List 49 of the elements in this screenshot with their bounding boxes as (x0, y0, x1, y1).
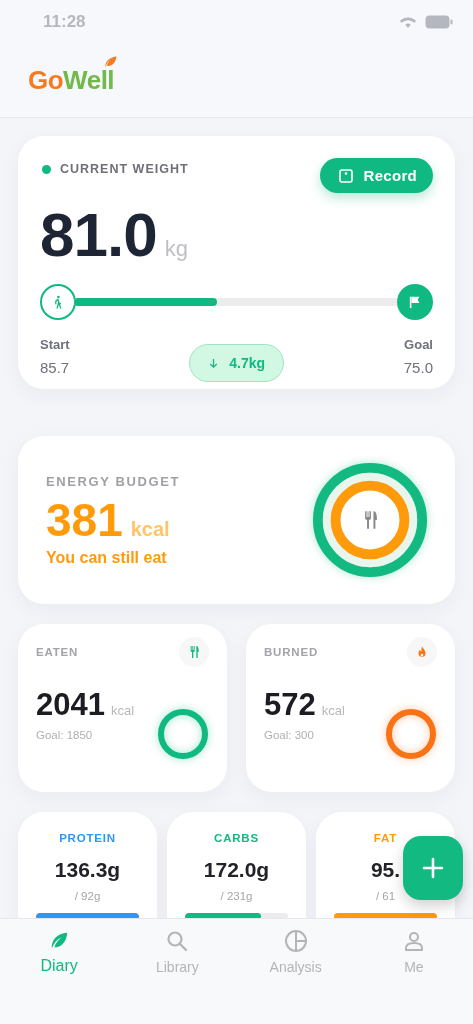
energy-value: 381 (46, 492, 123, 547)
macro-value: 172.0g (203, 858, 270, 882)
card-value: 572 (264, 687, 316, 723)
add-button[interactable] (403, 836, 463, 900)
weight-unit: kg (164, 236, 188, 262)
card-goal: Goal: 1850 (36, 729, 93, 743)
plus-icon (421, 856, 445, 880)
logo: GoWell (28, 65, 115, 96)
section-label: ENERGY BUDGET (46, 473, 180, 489)
card-goal: Goal: 300 (264, 729, 314, 743)
macro-label: FAT (373, 832, 398, 844)
leaf-icon (102, 53, 119, 69)
tab[interactable]: Me (354, 929, 473, 975)
progress-ring-drawing (384, 707, 438, 761)
energy-unit: kcal (130, 517, 170, 541)
battery-icon (425, 15, 453, 29)
card-label: EATEN (36, 646, 79, 658)
start-value: 85.7 (40, 358, 70, 376)
goal-value: 75.0 (403, 358, 433, 376)
weight-value: 81.0 (40, 199, 157, 270)
card-value: 2041 (36, 687, 105, 723)
macro-target: / 231g (220, 890, 253, 902)
start-label: Start (40, 336, 70, 352)
change-value: 4.7kg (229, 355, 266, 371)
status-time: 11:28 (43, 12, 86, 32)
search-icon (165, 929, 190, 953)
status-dot (42, 164, 51, 174)
pie-chart-icon (283, 929, 308, 953)
tab[interactable]: Diary (0, 929, 119, 975)
section-label: CURRENT WEIGHT (60, 162, 189, 176)
goal-label: Goal (404, 336, 433, 352)
energy-note: You can still eat (46, 548, 168, 567)
down-arrow-icon (208, 357, 220, 369)
macro-target: / 61 (375, 890, 396, 902)
flag-icon (408, 295, 422, 309)
tab[interactable]: Library (118, 929, 237, 975)
macro-label: PROTEIN (59, 832, 116, 844)
progress-ring-drawing (156, 707, 210, 761)
macro-label: CARBS (214, 832, 259, 844)
tab[interactable]: Analysis (236, 929, 355, 975)
card-unit: kcal (321, 703, 345, 718)
macro-value: 136.3g (54, 858, 121, 882)
wifi-icon (399, 15, 417, 29)
record-button[interactable]: Record (319, 158, 433, 193)
card-unit: kcal (110, 703, 135, 718)
macro-target: / 92g (74, 890, 101, 902)
scale-icon (337, 167, 354, 184)
card-label: BURNED (264, 646, 318, 658)
macro-value: 95. (370, 858, 401, 882)
